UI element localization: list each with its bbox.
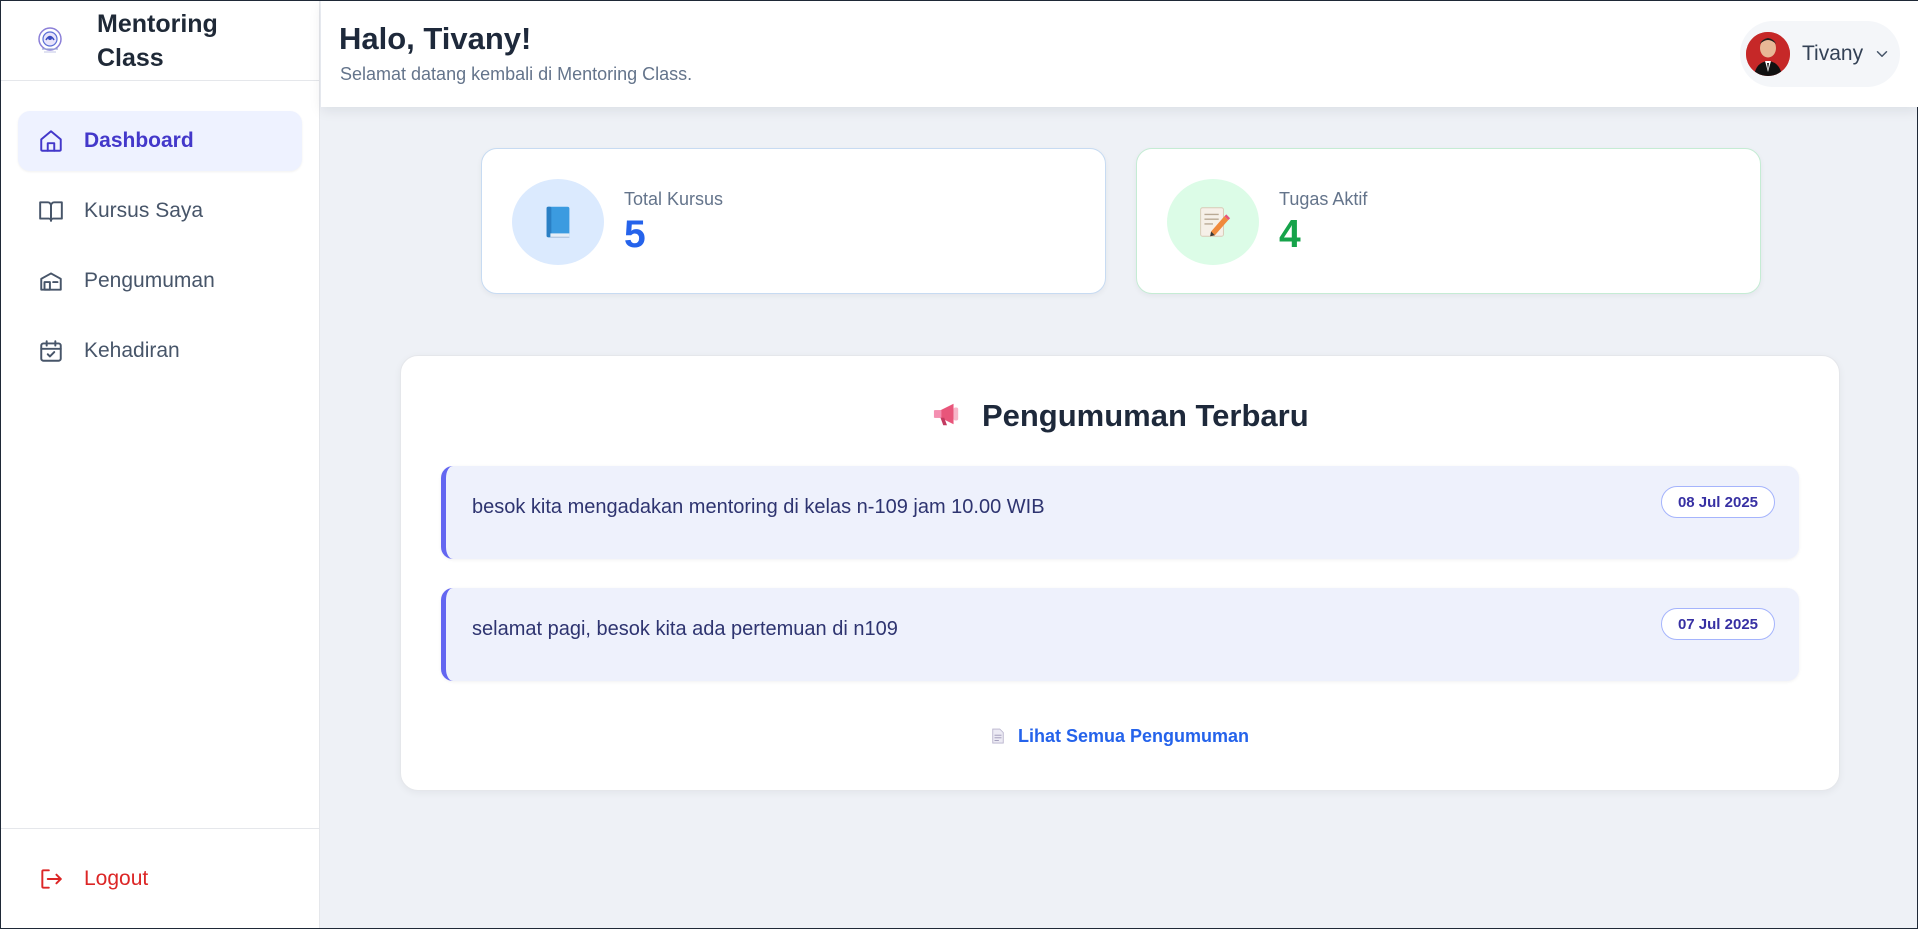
sidebar-nav: Dashboard Kursus Saya Pengumuman Kehadir… <box>1 81 319 381</box>
announcement-item[interactable]: besok kita mengadakan mentoring di kelas… <box>441 466 1799 559</box>
brand: Mentoring Class <box>1 1 319 81</box>
announcement-date-badge: 08 Jul 2025 <box>1660 486 1775 518</box>
logout-area: Logout <box>1 828 320 928</box>
announcements-panel: Pengumuman Terbaru besok kita mengadakan… <box>400 355 1840 791</box>
megaphone-icon <box>931 400 963 436</box>
chevron-down-icon <box>1873 45 1891 63</box>
book-open-icon <box>38 198 64 224</box>
user-menu-button[interactable]: Tivany <box>1740 21 1900 87</box>
stat-label: Total Kursus <box>624 189 724 209</box>
view-all-announcements-link[interactable]: Lihat Semua Pengumuman <box>401 726 1839 749</box>
announcement-text: besok kita mengadakan mentoring di kelas… <box>472 496 1045 518</box>
stat-card-total-kursus: Total Kursus 5 <box>481 148 1106 294</box>
top-header: Halo, Tivany! Selamat datang kembali di … <box>321 1 1918 107</box>
page-title: Halo, Tivany! <box>339 21 532 56</box>
avatar <box>1746 32 1790 76</box>
memo-pencil-icon <box>1167 179 1259 265</box>
page-subtitle: Selamat datang kembali di Mentoring Clas… <box>340 64 693 84</box>
app-window: Mentoring Class Dashboard Kursus Saya Pe… <box>0 0 1918 929</box>
sidebar-item-label: Dashboard <box>84 129 194 152</box>
logout-button[interactable]: Logout <box>18 852 148 906</box>
view-all-label: Lihat Semua Pengumuman <box>1017 726 1250 746</box>
brand-name: Mentoring Class <box>97 9 218 72</box>
stat-value: 5 <box>624 213 646 256</box>
calendar-check-icon <box>38 338 64 364</box>
announcement-item[interactable]: selamat pagi, besok kita ada pertemuan d… <box>441 588 1799 681</box>
sidebar-item-kursus-saya[interactable]: Kursus Saya <box>18 181 302 241</box>
sidebar: Mentoring Class Dashboard Kursus Saya Pe… <box>1 1 320 928</box>
sidebar-item-label: Kursus Saya <box>84 199 204 222</box>
user-name: Tivany <box>1802 42 1864 65</box>
document-icon <box>991 728 1005 749</box>
sidebar-item-kehadiran[interactable]: Kehadiran <box>18 321 302 381</box>
announcements-title: Pengumuman Terbaru <box>981 398 1309 433</box>
announcement-date-badge: 07 Jul 2025 <box>1660 608 1775 640</box>
blue-book-icon <box>512 179 604 265</box>
logout-label: Logout <box>84 866 149 890</box>
logout-icon <box>38 866 64 892</box>
sidebar-item-label: Pengumuman <box>84 269 215 292</box>
stat-value: 4 <box>1279 213 1301 256</box>
sidebar-item-dashboard[interactable]: Dashboard <box>18 111 302 171</box>
stat-label: Tugas Aktif <box>1279 189 1368 209</box>
home-icon <box>38 128 64 154</box>
sidebar-item-label: Kehadiran <box>84 339 180 362</box>
announcement-text: selamat pagi, besok kita ada pertemuan d… <box>472 618 898 640</box>
stat-card-tugas-aktif: Tugas Aktif 4 <box>1136 148 1761 294</box>
brand-logo-icon <box>31 22 69 60</box>
sidebar-item-pengumuman[interactable]: Pengumuman <box>18 251 302 311</box>
announcements-heading: Pengumuman Terbaru <box>401 398 1839 436</box>
announcement-icon <box>38 268 64 294</box>
